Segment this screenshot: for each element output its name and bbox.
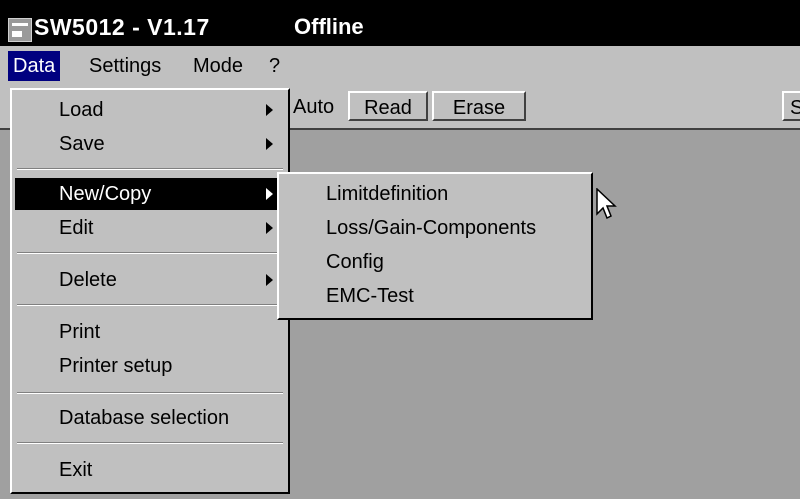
menu-help[interactable]: ? <box>264 51 285 81</box>
menu-mode[interactable]: Mode <box>188 51 248 81</box>
submenu-arrow-icon <box>266 188 273 200</box>
menu-item-label: Database selection <box>59 407 230 429</box>
menu-bar: Data Settings Mode ? <box>0 46 800 88</box>
submenu-arrow-icon <box>266 274 273 286</box>
submenu-item-emc-test[interactable]: EMC-Test <box>282 280 590 312</box>
menu-item-delete[interactable]: Delete <box>15 264 287 296</box>
menu-item-label: Exit <box>59 459 93 481</box>
menu-separator <box>17 304 283 306</box>
menu-item-label: Print <box>59 321 101 343</box>
menu-settings[interactable]: Settings <box>84 51 166 81</box>
menu-item-database-selection[interactable]: Database selection <box>15 402 287 434</box>
window-title: SW5012 - V1.17 <box>34 14 210 40</box>
data-menu: Load Save New/Copy Edit Delete Print Pri… <box>10 88 290 494</box>
menu-item-label: New/Copy <box>59 183 152 205</box>
menu-item-printer-setup[interactable]: Printer setup <box>15 350 287 382</box>
erase-button[interactable]: Erase <box>432 91 526 121</box>
connection-status: Offline <box>294 14 364 39</box>
menu-data[interactable]: Data <box>8 51 61 81</box>
submenu-item-limitdefinition[interactable]: Limitdefinition <box>282 178 590 210</box>
mode-text: Auto <box>293 96 335 118</box>
submenu-arrow-icon <box>266 222 273 234</box>
menu-item-print[interactable]: Print <box>15 316 287 348</box>
mouse-cursor-icon <box>596 188 617 220</box>
read-button[interactable]: Read <box>348 91 428 121</box>
title-bar: SW5012 - V1.17 Offline <box>0 0 800 46</box>
menu-item-label: Printer setup <box>59 355 173 377</box>
submenu-arrow-icon <box>266 104 273 116</box>
menu-item-save[interactable]: Save <box>15 128 287 160</box>
menu-item-label: Delete <box>59 269 117 291</box>
toolbar-button-cut-off[interactable]: S <box>782 91 800 121</box>
menu-item-label: Load <box>59 99 104 121</box>
submenu-arrow-icon <box>266 138 273 150</box>
menu-item-edit[interactable]: Edit <box>15 212 287 244</box>
app-icon[interactable] <box>8 18 32 42</box>
menu-item-exit[interactable]: Exit <box>15 454 287 486</box>
submenu-item-label: Loss/Gain-Components <box>326 217 537 239</box>
submenu-item-label: Limitdefinition <box>326 183 449 205</box>
menu-item-load[interactable]: Load <box>15 94 287 126</box>
submenu-item-loss-gain-components[interactable]: Loss/Gain-Components <box>282 212 590 244</box>
menu-separator <box>17 392 283 394</box>
submenu-item-config[interactable]: Config <box>282 246 590 278</box>
menu-separator <box>17 252 283 254</box>
menu-item-new-copy[interactable]: New/Copy <box>15 178 287 210</box>
menu-separator <box>17 168 283 170</box>
new-copy-submenu: Limitdefinition Loss/Gain-Components Con… <box>277 172 593 320</box>
menu-separator <box>17 442 283 444</box>
menu-item-label: Edit <box>59 217 94 239</box>
submenu-item-label: Config <box>326 251 384 273</box>
menu-item-label: Save <box>59 133 105 155</box>
submenu-item-label: EMC-Test <box>326 285 414 307</box>
